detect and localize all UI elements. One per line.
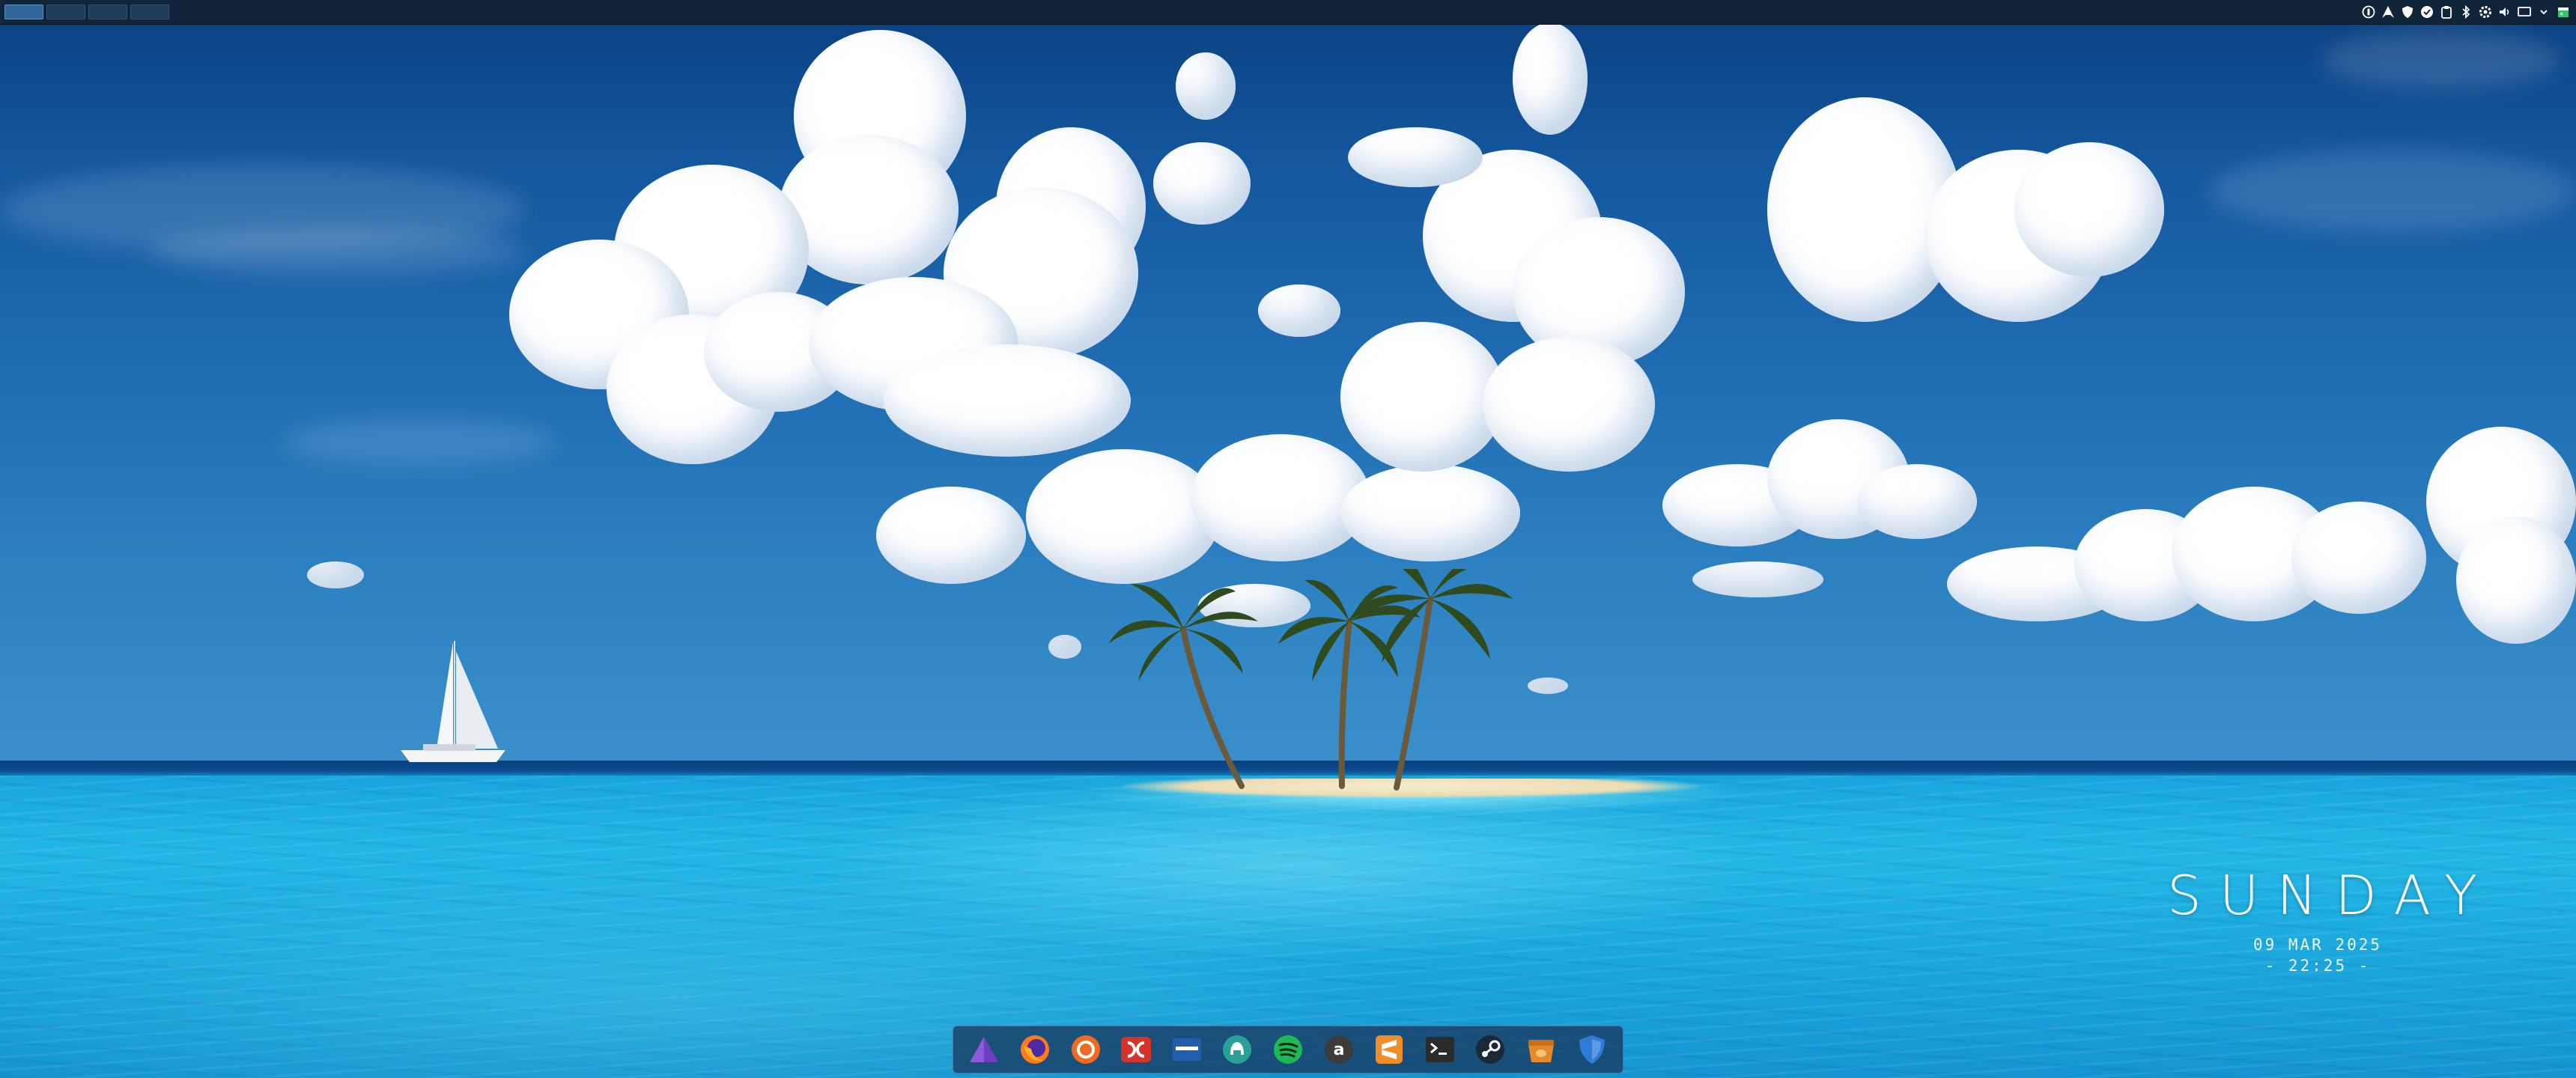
palm-trees [1108, 569, 1513, 791]
github-desktop-icon[interactable] [1219, 1032, 1255, 1068]
cloud [1258, 284, 1348, 344]
cloud-wisp [2209, 150, 2576, 232]
calendar-icon[interactable] [2555, 4, 2572, 20]
bluetooth-icon[interactable] [2458, 4, 2474, 20]
spotify-icon[interactable] [1270, 1032, 1306, 1068]
checkmark-icon[interactable] [2419, 4, 2435, 20]
workspace-4[interactable] [130, 4, 169, 19]
system-tray [2360, 4, 2572, 20]
display-icon[interactable] [2516, 4, 2533, 20]
clipboard-icon[interactable] [2438, 4, 2455, 20]
cloud [1348, 120, 1483, 195]
dock: a [953, 1026, 1623, 1074]
files-icon[interactable] [1169, 1032, 1205, 1068]
workspace-switcher [4, 4, 169, 19]
sailboat [401, 641, 505, 762]
cloud-wisp [2321, 30, 2561, 90]
terminal-icon[interactable] [1422, 1032, 1458, 1068]
package-icon[interactable] [1523, 1032, 1559, 1068]
cloud [307, 561, 367, 591]
cloud-wisp [150, 225, 524, 277]
launcher-icon[interactable] [966, 1032, 1002, 1068]
clock-date: 09 MAR 2025 [2253, 936, 2383, 954]
workspace-3[interactable] [88, 4, 127, 19]
bitwarden-icon[interactable] [1574, 1032, 1610, 1068]
cloud [1662, 419, 1977, 569]
settings-icon[interactable] [2477, 4, 2494, 20]
dc-icon[interactable] [1118, 1032, 1154, 1068]
cloud [1168, 52, 1243, 127]
shield-icon[interactable] [2399, 4, 2416, 20]
cloud [1760, 97, 2179, 344]
cloud [1947, 479, 2426, 629]
svg-text:a: a [1333, 1041, 1344, 1059]
steam-icon[interactable] [1472, 1032, 1508, 1068]
volume-icon[interactable] [2497, 4, 2513, 20]
clock-widget: SUNDAY 09 MAR 2025 - 22:25 - [2149, 865, 2486, 975]
workspace-2[interactable] [46, 4, 85, 19]
arch-icon[interactable] [2380, 4, 2396, 20]
chevron-down-icon[interactable] [2536, 4, 2552, 20]
top-panel [0, 0, 2576, 25]
cloud [1692, 561, 1827, 599]
browser-orange-icon[interactable] [1068, 1032, 1104, 1068]
firefox-icon[interactable] [1017, 1032, 1053, 1068]
amazon-icon[interactable]: a [1321, 1032, 1357, 1068]
clock-time: - 22:25 - [2264, 957, 2371, 975]
cloud [1048, 635, 1086, 660]
user-status-icon[interactable] [2360, 4, 2377, 20]
workspace-1[interactable] [4, 4, 43, 19]
sublime-text-icon[interactable] [1371, 1032, 1407, 1068]
cloud [2426, 427, 2576, 651]
cloud [1528, 677, 1573, 697]
cloud [1318, 22, 1692, 502]
clock-day: SUNDAY [2167, 864, 2496, 927]
